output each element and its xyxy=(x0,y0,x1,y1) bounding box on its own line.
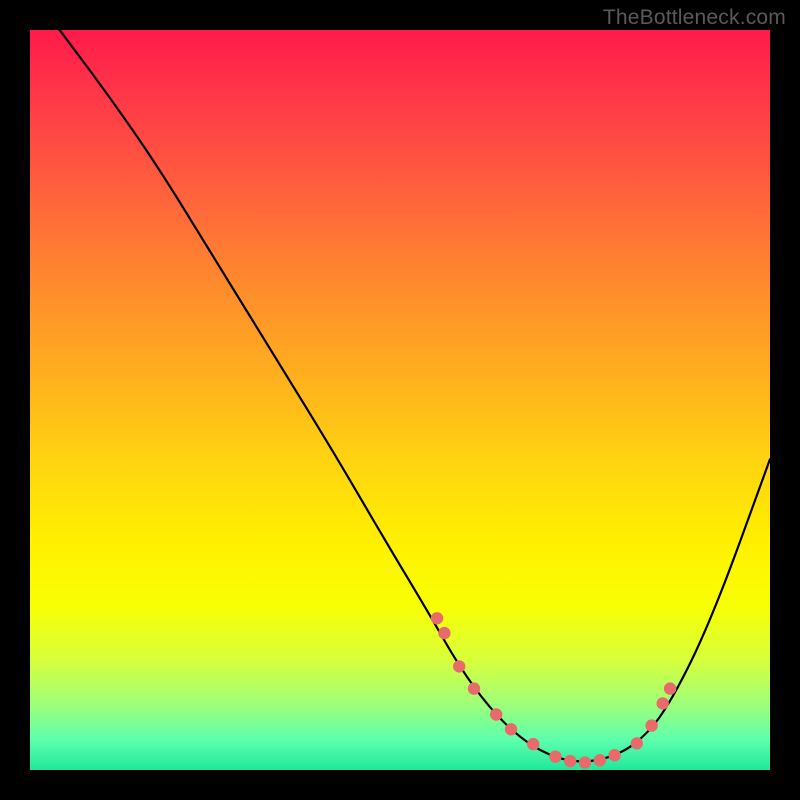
watermark-text: TheBottleneck.com xyxy=(603,6,786,30)
plot-area xyxy=(30,30,770,770)
data-point xyxy=(438,627,450,639)
data-point xyxy=(645,719,657,731)
data-point xyxy=(579,756,591,768)
data-point xyxy=(431,612,443,624)
data-point xyxy=(594,754,606,766)
data-point xyxy=(549,750,561,762)
data-point xyxy=(608,749,620,761)
data-point xyxy=(505,723,517,735)
data-point xyxy=(631,737,643,749)
data-point-markers xyxy=(431,612,677,769)
data-point xyxy=(664,682,676,694)
data-point xyxy=(468,682,480,694)
data-point xyxy=(564,755,576,767)
chart-svg xyxy=(30,30,770,770)
data-point xyxy=(453,660,465,672)
data-point xyxy=(527,738,539,750)
bottleneck-curve xyxy=(60,30,770,761)
data-point xyxy=(490,708,502,720)
data-point xyxy=(657,697,669,709)
